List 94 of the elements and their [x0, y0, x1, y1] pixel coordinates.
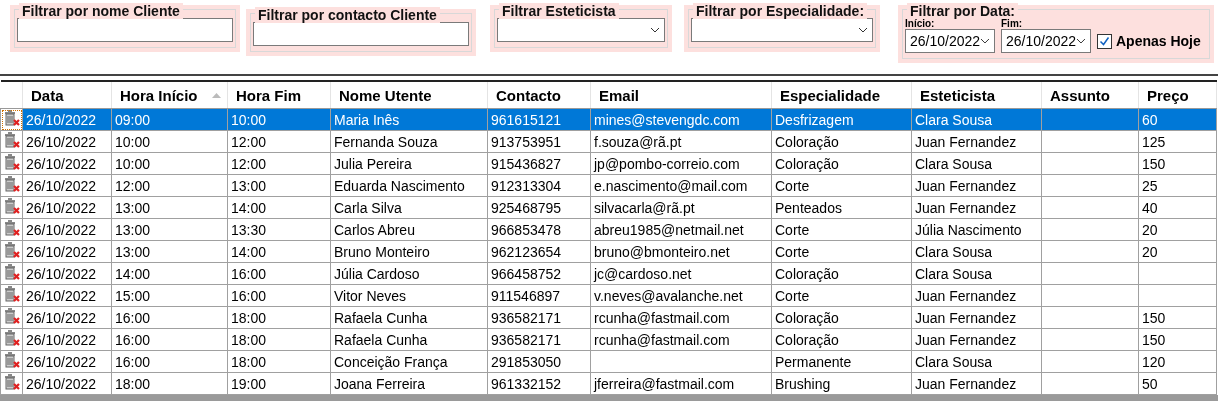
table-cell: Clara Sousa	[911, 152, 1042, 175]
today-checkbox[interactable]	[1097, 33, 1112, 49]
sort-ascending-icon	[212, 93, 221, 98]
trash-delete-icon[interactable]	[2, 373, 21, 391]
column-header[interactable]: Especialidade	[771, 81, 912, 109]
table-cell: Coloração	[771, 130, 912, 153]
table-cell: Joana Ferreira	[330, 372, 488, 395]
filter-input[interactable]	[253, 22, 469, 46]
column-header[interactable]: Contacto	[487, 81, 591, 109]
table-cell: Rafaela Cunha	[330, 328, 488, 351]
trash-delete-icon[interactable]	[2, 241, 21, 259]
table-cell: Juan Fernandez	[911, 130, 1042, 153]
table-cell: Corte	[771, 284, 912, 307]
table-cell: Corte	[771, 240, 912, 263]
table-cell: Carlos Abreu	[330, 218, 488, 241]
table-cell: Eduarda Nascimento	[330, 174, 488, 197]
table-cell: Juan Fernandez	[911, 284, 1042, 307]
start-date-label: Início:	[905, 18, 936, 29]
table-cell: Coloração	[771, 328, 912, 351]
table-cell: f.souza@rã.pt	[590, 130, 772, 153]
table-cell: Desfrizagem	[771, 108, 912, 131]
chevron-down-icon	[1076, 38, 1086, 44]
chevron-down-icon	[650, 27, 660, 33]
filter-title: Filtrar por Especialidade:	[693, 3, 868, 19]
filter-title: Filtrar por nome Cliente	[19, 3, 183, 19]
end-date-picker[interactable]: 26/10/2022	[1001, 29, 1091, 53]
table-cell: Clara Sousa	[911, 108, 1042, 131]
table-cell: Maria Inês	[330, 108, 488, 131]
today-checkbox-label: Apenas Hoje	[1116, 33, 1201, 49]
table-cell: Corte	[771, 218, 912, 241]
chevron-down-icon	[858, 27, 868, 33]
table-cell: Coloração	[771, 262, 912, 285]
trash-delete-icon[interactable]	[2, 263, 21, 281]
table-cell: Coloração	[771, 306, 912, 329]
column-header[interactable]: Email	[590, 81, 772, 109]
table-cell: v.neves@avalanche.net	[590, 284, 772, 307]
table-cell: rcunha@fastmail.com	[590, 328, 772, 351]
trash-delete-icon[interactable]	[2, 197, 21, 215]
filter-dropdown[interactable]	[497, 18, 665, 42]
table-cell: jp@pombo-correio.com	[590, 152, 772, 175]
filter-input[interactable]	[17, 18, 233, 42]
start-date-picker[interactable]: 26/10/2022	[905, 29, 995, 53]
table-cell: Juan Fernandez	[911, 174, 1042, 197]
column-header[interactable]: Assunto	[1041, 81, 1139, 109]
column-header[interactable]: Preço	[1138, 81, 1217, 109]
trash-delete-icon[interactable]	[2, 175, 21, 193]
table-cell: Fernanda Souza	[330, 130, 488, 153]
trash-delete-icon[interactable]	[2, 285, 21, 303]
table-cell: Brushing	[771, 372, 912, 395]
table-cell: Permanente	[771, 350, 912, 373]
table-cell: Juan Fernandez	[911, 372, 1042, 395]
table-cell: jferreira@fastmail.com	[590, 372, 772, 395]
table-cell: rcunha@fastmail.com	[590, 306, 772, 329]
table-cell: Penteados	[771, 196, 912, 219]
table-cell: Juan Fernandez	[911, 196, 1042, 219]
table-cell: silvacarla@rã.pt	[590, 196, 772, 219]
column-header[interactable]: Data	[22, 81, 112, 109]
filter-title: Filtrar por contacto Cliente	[255, 7, 440, 23]
table-cell: Conceição França	[330, 350, 488, 373]
table-cell: bruno@bmonteiro.net	[590, 240, 772, 263]
chevron-down-icon	[980, 38, 990, 44]
trash-delete-icon[interactable]	[2, 153, 21, 171]
trash-delete-icon[interactable]	[2, 351, 21, 369]
filter-title: Filtrar por Data:	[907, 3, 1018, 19]
trash-delete-icon[interactable]	[2, 131, 21, 149]
trash-delete-icon[interactable]	[2, 219, 21, 237]
table-cell: Corte	[771, 174, 912, 197]
column-header[interactable]: Hora Início	[111, 81, 228, 109]
table-cell: Juan Fernandez	[911, 306, 1042, 329]
filter-title: Filtrar Esteticista	[499, 3, 619, 19]
column-header[interactable]: Hora Fim	[227, 81, 331, 109]
column-header[interactable]: Esteticista	[911, 81, 1042, 109]
table-cell: jc@cardoso.net	[590, 262, 772, 285]
filter-dropdown[interactable]	[691, 18, 873, 42]
table-cell: Juan Fernandez	[911, 328, 1042, 351]
end-date-label: Fim:	[1001, 18, 1024, 29]
table-cell: Rafaela Cunha	[330, 306, 488, 329]
table-cell: Clara Sousa	[911, 350, 1042, 373]
table-cell: abreu1985@netmail.net	[590, 218, 772, 241]
table-cell: mines@stevengdc.com	[590, 108, 772, 131]
table-cell: Coloração	[771, 152, 912, 175]
table-cell: Júlia Nascimento	[911, 218, 1042, 241]
table-cell: Júlia Cardoso	[330, 262, 488, 285]
table-cell: Julia Pereira	[330, 152, 488, 175]
table-cell: e.nascimento@mail.com	[590, 174, 772, 197]
table-cell: Clara Sousa	[911, 240, 1042, 263]
table-cell: Vitor Neves	[330, 284, 488, 307]
column-header[interactable]: Nome Utente	[330, 81, 488, 109]
trash-delete-icon[interactable]	[2, 109, 21, 127]
table-cell: Clara Sousa	[911, 262, 1042, 285]
table-cell: Carla Silva	[330, 196, 488, 219]
trash-delete-icon[interactable]	[2, 307, 21, 325]
table-cell: Bruno Monteiro	[330, 240, 488, 263]
trash-delete-icon[interactable]	[2, 329, 21, 347]
